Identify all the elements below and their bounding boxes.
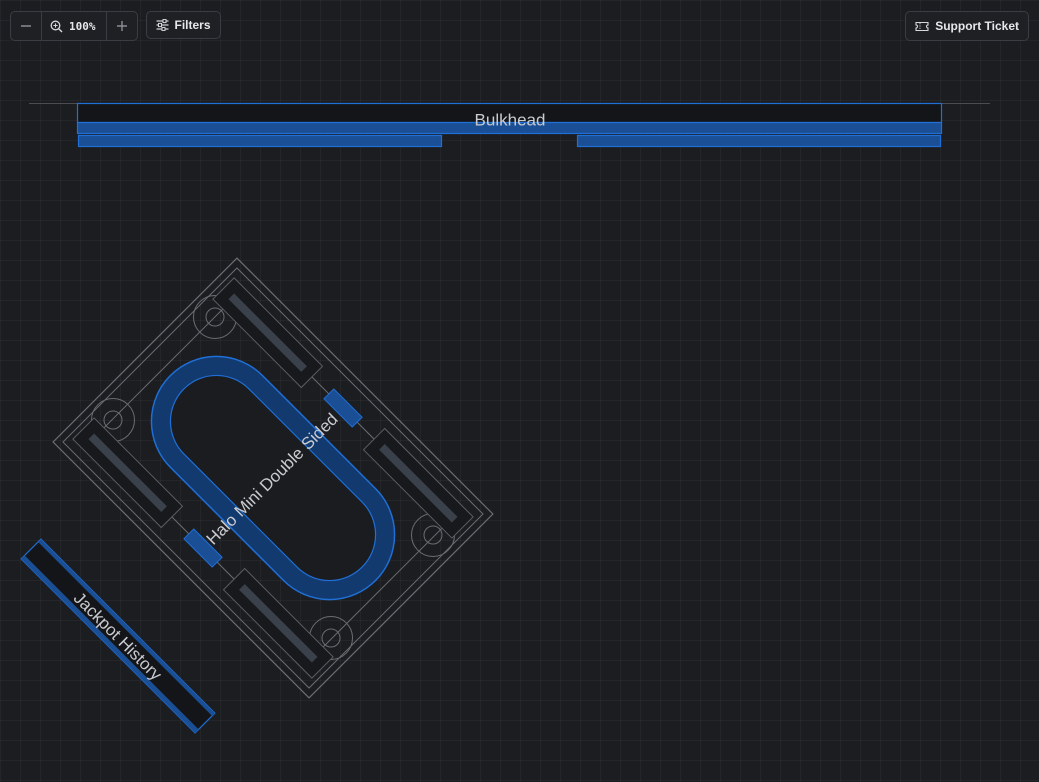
bulkhead-label: Bulkhead bbox=[475, 111, 546, 130]
support-ticket-button[interactable]: Support Ticket bbox=[905, 11, 1029, 41]
zoom-in-icon bbox=[50, 20, 63, 33]
zoom-control: 100% bbox=[10, 11, 138, 41]
minus-icon bbox=[20, 20, 32, 32]
jackpot-display-band bbox=[38, 539, 215, 716]
zoom-out-button[interactable] bbox=[11, 12, 42, 40]
zoom-in-button[interactable] bbox=[105, 12, 137, 40]
bulkhead-right-segment bbox=[576, 134, 942, 148]
plus-icon bbox=[116, 20, 128, 32]
jackpot-label: Jackpot History bbox=[70, 589, 166, 685]
bulkhead-left-segment bbox=[77, 134, 443, 148]
filters-button[interactable]: Filters bbox=[145, 11, 221, 39]
filters-label: Filters bbox=[174, 18, 211, 32]
zoom-level-display[interactable]: 100% bbox=[42, 12, 106, 40]
sliders-icon bbox=[156, 19, 169, 31]
floor-canvas[interactable]: Bulkhead Halo Mini Double Sided Jackpot … bbox=[0, 0, 1039, 782]
support-ticket-label: Support Ticket bbox=[935, 19, 1019, 33]
bulkhead[interactable]: Bulkhead bbox=[29, 102, 990, 148]
zoom-level-value: 100% bbox=[69, 19, 96, 33]
toolbar: 100% Filters bbox=[10, 11, 221, 41]
floor-plan: Bulkhead Halo Mini Double Sided Jackpot … bbox=[20, 102, 990, 734]
jackpot-display[interactable]: Jackpot History bbox=[20, 538, 216, 734]
jackpot-display-band bbox=[21, 555, 199, 733]
ticket-icon bbox=[915, 21, 929, 32]
